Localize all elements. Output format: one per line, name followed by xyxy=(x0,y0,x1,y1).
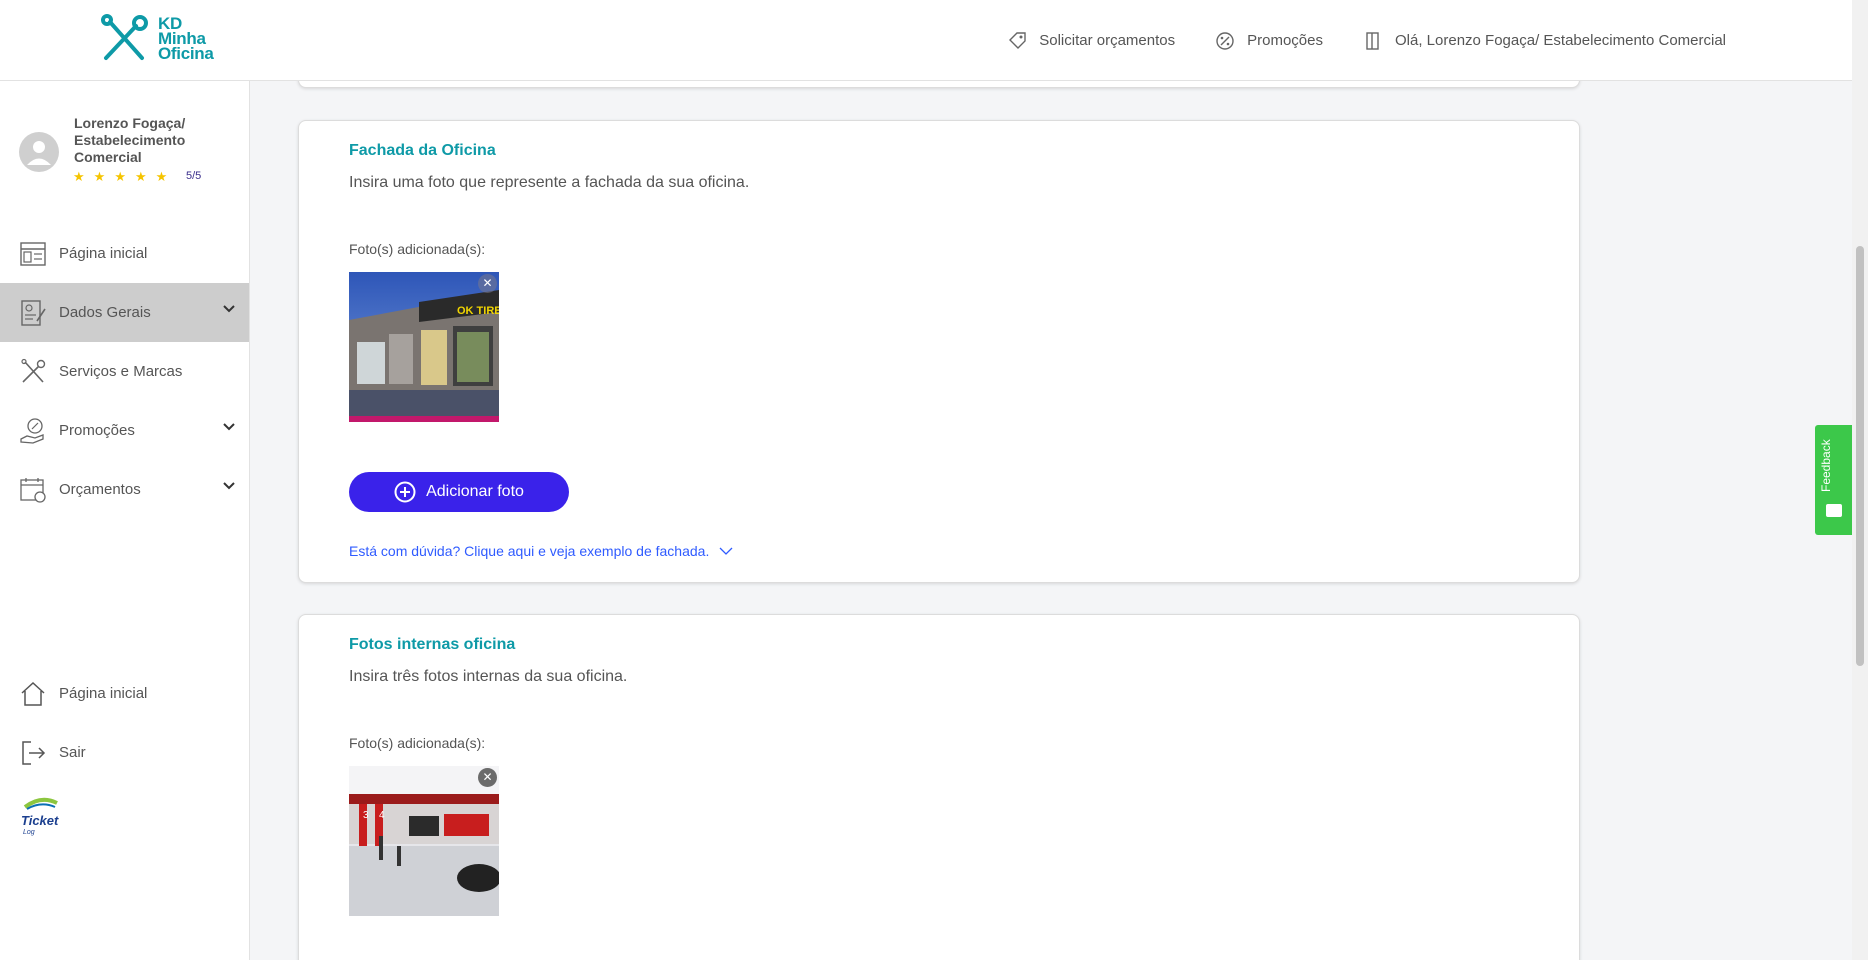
user-avatar-icon xyxy=(27,141,51,165)
add-photo-button[interactable]: Adicionar foto xyxy=(349,472,569,512)
help-link-text: Está com dúvida? Clique aqui e veja exem… xyxy=(349,543,710,559)
ticket-log-logo-graphic: Ticket Log xyxy=(21,797,59,836)
fachada-photo[interactable]: OK TIRE ✕ xyxy=(349,272,499,422)
chevron-down-icon xyxy=(223,482,235,490)
percent-icon xyxy=(1216,31,1234,50)
sidebar-item-label: Serviços e Marcas xyxy=(59,363,183,380)
nav-solicitar-orcamentos[interactable]: Solicitar orçamentos xyxy=(1007,31,1175,51)
nav-label: Olá, Lorenzo Fogaça/ Estabelecimento Com… xyxy=(1395,32,1726,49)
logo-text: KD Minha Oficina xyxy=(158,15,214,63)
ticket-log-logo: Ticket Log xyxy=(19,795,63,839)
sidebar-item-label: Dados Gerais xyxy=(59,304,151,321)
kd-minha-oficina-logo[interactable]: KD Minha Oficina xyxy=(98,14,223,66)
star-icon: ★ xyxy=(114,169,126,184)
sidebar-item-label: Promoções xyxy=(59,422,135,439)
sidebar-item-label: Sair xyxy=(59,744,86,761)
avatar xyxy=(19,132,59,172)
hand-percent-icon xyxy=(20,418,44,444)
sidebar-item-label: Página inicial xyxy=(59,245,148,262)
svg-text:4: 4 xyxy=(379,810,385,821)
nav-user-greeting[interactable]: Olá, Lorenzo Fogaça/ Estabelecimento Com… xyxy=(1363,31,1726,51)
chevron-down-icon xyxy=(719,547,733,555)
workshop-interior-photo-image: 3 4 xyxy=(349,766,499,916)
sidebar-item-promocoes[interactable]: Promoções xyxy=(0,401,249,460)
home-icon xyxy=(21,681,45,706)
scrollbar-thumb[interactable] xyxy=(1856,246,1864,666)
star-icon: ★ xyxy=(134,169,147,184)
chat-icon xyxy=(1826,504,1842,517)
profile-name: Lorenzo Fogaça/ Estabelecimento Comercia… xyxy=(74,115,186,165)
top-nav: Solicitar orçamentos Promoções Olá, Lore… xyxy=(1007,0,1726,81)
interior-photo[interactable]: 3 4 ✕ xyxy=(349,766,499,916)
remove-photo-button[interactable]: ✕ xyxy=(478,768,497,787)
calendar-icon xyxy=(20,478,46,503)
chevron-down-icon xyxy=(223,423,235,431)
svg-text:Log: Log xyxy=(23,829,35,836)
sidebar-item-label: Página inicial xyxy=(59,685,148,702)
logo-line: Oficina xyxy=(158,44,214,63)
svg-text:3: 3 xyxy=(363,810,369,821)
sidebar-item-orcamentos[interactable]: Orçamentos xyxy=(0,460,249,519)
feedback-label: Feedback xyxy=(1819,439,1833,493)
wrench-screwdriver-icon xyxy=(101,14,148,60)
door-icon xyxy=(1366,31,1379,50)
nav-label: Promoções xyxy=(1247,32,1323,49)
sidebar-item-sair[interactable]: Sair xyxy=(0,723,249,782)
document-edit-icon xyxy=(21,300,46,326)
sidebar-menu: Página inicial Dados Gerais Serviços e M… xyxy=(0,224,249,519)
sidebar-item-servicos-marcas[interactable]: Serviços e Marcas xyxy=(0,342,249,401)
logout-icon xyxy=(22,741,46,765)
section-title: Fotos internas oficina xyxy=(349,636,516,653)
storefront-photo-image: OK TIRE xyxy=(349,272,499,422)
photo-sign-text: OK TIRE xyxy=(457,305,499,317)
fotos-internas-section: Fotos internas oficina Insira três fotos… xyxy=(298,614,1580,960)
rating-stars: ★ ★ ★ ★ ★ xyxy=(73,169,167,185)
feedback-tab[interactable]: Feedback xyxy=(1815,425,1852,535)
remove-photo-button[interactable]: ✕ xyxy=(478,274,497,293)
section-description: Insira três fotos internas da sua oficin… xyxy=(349,668,628,685)
chevron-down-icon xyxy=(223,305,235,313)
nav-promocoes[interactable]: Promoções xyxy=(1215,31,1323,51)
plus-circle-icon xyxy=(394,481,416,503)
rating-value: 5/5 xyxy=(186,170,202,182)
help-example-link[interactable]: Está com dúvida? Clique aqui e veja exem… xyxy=(349,543,733,559)
add-photo-label: Adicionar foto xyxy=(426,483,524,500)
star-icon: ★ xyxy=(155,169,168,184)
section-title: Fachada da Oficina xyxy=(349,142,496,159)
sidebar: Lorenzo Fogaça/ Estabelecimento Comercia… xyxy=(0,81,250,960)
star-icon: ★ xyxy=(93,169,106,184)
top-header: KD Minha Oficina Solicitar orçamentos Pr… xyxy=(0,0,1852,81)
sidebar-item-label: Orçamentos xyxy=(59,481,141,498)
dashboard-icon xyxy=(20,242,46,266)
tools-icon xyxy=(21,358,46,383)
svg-text:Ticket: Ticket xyxy=(21,813,59,828)
tag-icon xyxy=(1009,31,1026,49)
photos-label: Foto(s) adicionada(s): xyxy=(349,241,486,257)
photos-label: Foto(s) adicionada(s): xyxy=(349,735,486,751)
sidebar-bottom-menu: Página inicial Sair xyxy=(0,664,249,782)
section-description: Insira uma foto que represente a fachada… xyxy=(349,174,750,191)
star-icon: ★ xyxy=(73,169,85,184)
fachada-section: Fachada da Oficina Insira uma foto que r… xyxy=(298,120,1580,583)
sidebar-item-pagina-inicial[interactable]: Página inicial xyxy=(0,224,249,283)
nav-label: Solicitar orçamentos xyxy=(1039,32,1176,49)
sidebar-item-dados-gerais[interactable]: Dados Gerais xyxy=(0,283,249,342)
page-scrollbar[interactable] xyxy=(1852,0,1868,960)
sidebar-item-home[interactable]: Página inicial xyxy=(0,664,249,723)
